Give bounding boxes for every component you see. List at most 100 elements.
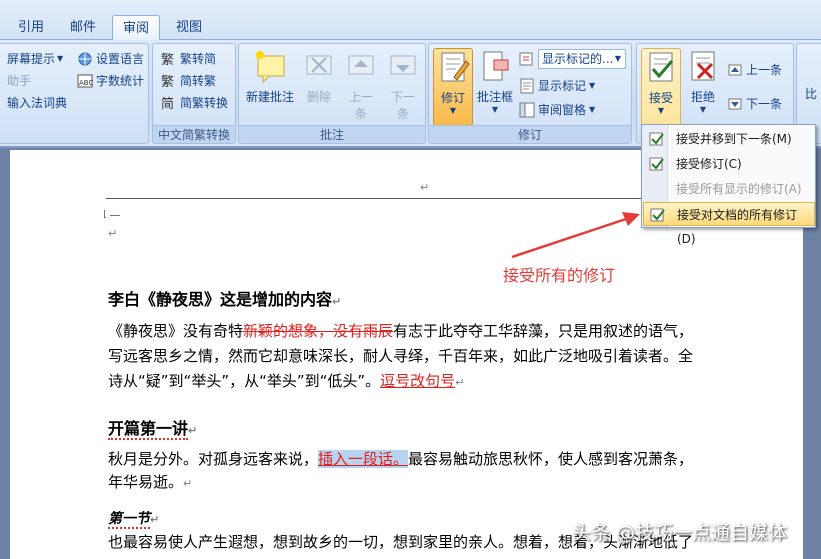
p1-inserted-text: 逗号改句号: [380, 372, 456, 390]
combo-arrow-icon: ▼: [614, 54, 621, 63]
tab-mailings[interactable]: 邮件: [60, 15, 106, 40]
trad-to-simp-icon: 繁: [161, 51, 177, 68]
set-language-button[interactable]: 设置语言: [77, 49, 144, 69]
tab-review[interactable]: 审阅: [112, 15, 160, 40]
heading-3: 第一节↵: [108, 508, 160, 529]
assistant-label: 助手: [7, 74, 32, 88]
menu-item-accept-and-move-next[interactable]: 接受并移到下一条(M): [643, 127, 815, 151]
ime-dictionary-button[interactable]: 输入法词典: [7, 93, 67, 113]
p1-deleted-text: 新颖的想象，没有雨辰: [243, 322, 394, 340]
balloons-label: 批注框: [476, 90, 513, 104]
reject-button[interactable]: 拒绝 ▼: [683, 48, 723, 114]
balloons-dropdown-arrow-icon: ▼: [491, 105, 499, 114]
dropdown-arrow-icon: ▼: [57, 54, 64, 63]
margin-corner-mark: [104, 210, 106, 218]
menu-item-accept-all-shown[interactable]: 接受所有显示的修订(A): [643, 177, 815, 201]
next-comment-label-2: 条: [396, 107, 409, 121]
next-change-button[interactable]: 下一条: [727, 94, 782, 114]
prev-change-icon: [727, 62, 743, 78]
accept-button[interactable]: 接受 ▼: [641, 48, 681, 126]
heading-1: 李白《静夜思》这是增加的内容↵: [108, 286, 341, 310]
group-tracking: 修订 ▼ 批注框 ▼ 显示标记的... ▼ 显示标记 ▼ 审阅窗格 ▼ 修订: [428, 43, 632, 144]
menu-item-label: 接受所有显示的修订(A): [676, 182, 802, 196]
reviewing-pane-icon: [519, 102, 535, 118]
display-for-review-value: 显示标记的...: [542, 52, 614, 66]
svg-text:繁: 繁: [161, 74, 174, 89]
show-markup-arrow-icon: ▼: [589, 81, 596, 90]
heading-1-text: 李白《静夜思》这是增加的内容: [108, 290, 333, 309]
paragraph-mark: ↵: [108, 227, 118, 240]
assistant-button[interactable]: 助手: [7, 71, 31, 91]
simp-to-trad-button[interactable]: 繁 简转繁: [161, 71, 216, 91]
globe-icon: [77, 51, 93, 67]
margin-corner-mark-h: [110, 215, 120, 216]
paragraph-1-line-3: 诗从“疑”到“举头”，从“举头”到“低头”。逗号改句号↵: [108, 370, 464, 391]
accept-check-icon: [649, 131, 665, 147]
compare-button[interactable]: 比: [805, 84, 817, 104]
menu-item-accept-change[interactable]: 接受修订(C): [643, 152, 815, 176]
display-for-review-combo[interactable]: 显示标记的... ▼: [538, 49, 626, 69]
display-for-review-icon: [519, 51, 535, 67]
p1-line-3-text: 诗从“疑”到“举头”，从“举头”到“低头”。: [108, 372, 381, 390]
reviewing-pane-button[interactable]: 审阅窗格 ▼: [519, 100, 595, 120]
screentip-button[interactable]: 屏幕提示 ▼: [7, 49, 63, 69]
prev-change-button[interactable]: 上一条: [727, 60, 782, 80]
show-markup-label: 显示标记: [538, 79, 587, 93]
paragraph-1-line-2: 写远客思乡之情，然而它却意味深长，耐人寻绎，千百年来，如此广泛地吸引着读者。全: [108, 345, 693, 366]
paragraph-mark: ↵: [150, 513, 160, 526]
menu-item-label: 接受修订(C): [676, 157, 742, 171]
p1-text-b: 有志于此夺夺工华辞藻，只是用叙述的语气，: [393, 322, 694, 340]
p1-line-2-text: 写远客思乡之情，然而它却意味深长，耐人寻绎，千百年来，如此广泛地吸引着读者。全: [108, 347, 694, 365]
tab-view[interactable]: 视图: [166, 15, 212, 40]
simp-to-trad-icon: 繁: [161, 73, 177, 90]
paragraph-mark: ↵: [188, 424, 198, 437]
prev-comment-label-2: 条: [354, 107, 367, 121]
accept-check-icon: [649, 156, 665, 172]
conversion-button[interactable]: 简 简繁转换: [161, 93, 228, 113]
balloons-button[interactable]: 批注框 ▼: [475, 48, 515, 114]
prev-comment-button[interactable]: 上一 条: [341, 48, 381, 122]
ribbon-tab-bar: 引用 邮件 审阅 视图: [0, 0, 821, 40]
next-comment-button[interactable]: 下一 条: [383, 48, 423, 122]
paragraph-mark: ↵: [455, 376, 465, 389]
compare-label: 比: [805, 87, 818, 101]
paragraph-mark: ↵: [420, 181, 430, 194]
group-chinese-conversion: 繁 繁转简 繁 简转繁 简 简繁转换 中文简繁转换: [152, 43, 236, 144]
prev-comment-icon: [344, 48, 378, 84]
track-changes-icon: [436, 49, 470, 85]
track-changes-button[interactable]: 修订 ▼: [433, 48, 473, 126]
trad-to-simp-button[interactable]: 繁 繁转简: [161, 49, 216, 69]
ime-dictionary-label: 输入法词典: [7, 96, 68, 110]
group-label-tracking: 修订: [429, 125, 631, 143]
reviewing-pane-arrow-icon: ▼: [589, 105, 596, 114]
next-change-icon: [727, 96, 743, 112]
tab-references[interactable]: 引用: [8, 15, 54, 40]
reject-dropdown-arrow-icon: ▼: [699, 105, 707, 114]
new-comment-button[interactable]: 新建批注: [243, 48, 297, 105]
balloons-icon: [478, 48, 512, 84]
show-markup-button[interactable]: 显示标记 ▼: [519, 76, 595, 96]
prev-change-label: 上一条: [746, 63, 783, 77]
group-label-comments: 批注: [239, 125, 425, 143]
delete-comment-button[interactable]: 删除: [299, 48, 339, 105]
p2-line-2-text: 年华易逝。: [108, 473, 184, 491]
paragraph-2-line-1: 秋月是分外。对孤身远客来说，插入一段话。最容易触动旅思秋怀，使人感到客况萧条，: [108, 448, 693, 469]
svg-text:简: 简: [161, 96, 174, 111]
next-change-label: 下一条: [746, 97, 783, 111]
next-comment-icon: [386, 48, 420, 84]
simp-to-trad-label: 简转繁: [180, 74, 217, 88]
paragraph-1-line-1: 《静夜思》没有奇特新颖的想象，没有雨辰有志于此夺夺工华辞藻，只是用叙述的语气，: [108, 320, 693, 341]
accept-icon: [644, 49, 678, 85]
menu-item-accept-all-changes[interactable]: 接受对文档的所有修订(D): [643, 202, 815, 246]
group-comments: 新建批注 删除 上一 条 下一 条 批注: [238, 43, 426, 144]
word-count-icon: ABC: [77, 73, 93, 89]
reject-icon: [686, 48, 720, 84]
p2-text-b: 最容易触动旅思秋怀，使人感到客况萧条，: [408, 450, 694, 468]
word-count-button[interactable]: ABC 字数统计: [77, 71, 144, 91]
track-changes-label: 修订: [440, 91, 465, 105]
p2-inserted-text: 插入一段话。: [318, 450, 409, 468]
group-label-chinese-conversion: 中文简繁转换: [153, 125, 235, 143]
accept-dropdown-menu: 接受并移到下一条(M) 接受修订(C) 接受所有显示的修订(A) 接受对文档的所…: [641, 124, 816, 246]
svg-text:繁: 繁: [161, 52, 174, 67]
screentip-label: 屏幕提示: [7, 52, 56, 66]
